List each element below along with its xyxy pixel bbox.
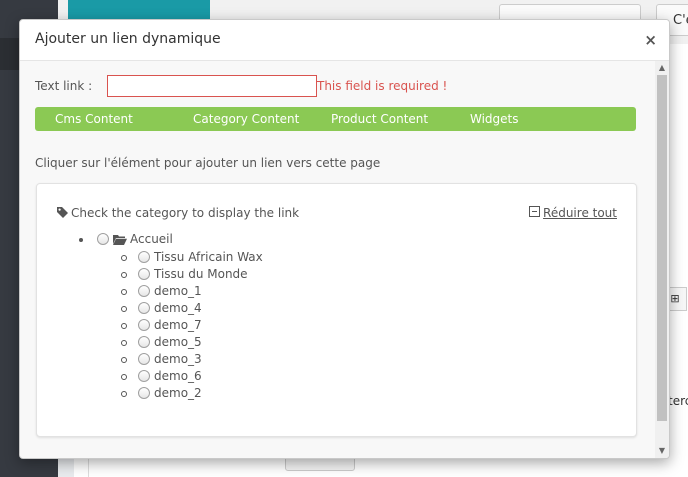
list-bullet — [121, 391, 127, 397]
collapse-icon — [529, 206, 541, 217]
tab-widgets[interactable]: Widgets — [470, 112, 519, 126]
background-editor-text: terc — [668, 394, 688, 408]
tree-root-row: Accueil — [97, 232, 173, 246]
category-radio[interactable] — [138, 370, 150, 382]
tab-category-content[interactable]: Category Content — [193, 112, 299, 126]
category-radio[interactable] — [138, 285, 150, 297]
tab-product-content[interactable]: Product Content — [331, 112, 428, 126]
text-link-label: Text link : — [35, 79, 93, 93]
collapse-all-link[interactable]: Réduire tout — [529, 206, 617, 220]
collapse-all-label: Réduire tout — [543, 206, 617, 220]
category-label: demo_2 — [154, 386, 202, 400]
category-radio[interactable] — [138, 251, 150, 263]
category-radio[interactable] — [138, 302, 150, 314]
list-bullet — [121, 340, 127, 346]
tag-icon — [57, 207, 68, 218]
list-bullet — [121, 357, 127, 363]
text-link-input[interactable] — [107, 75, 317, 97]
category-label: demo_7 — [154, 318, 202, 332]
modal-title: Ajouter un lien dynamique — [35, 31, 221, 47]
list-bullet — [121, 306, 127, 312]
list-bullet — [121, 272, 127, 278]
category-radio[interactable] — [138, 353, 150, 365]
list-bullet — [79, 238, 83, 242]
modal-body: Text link : This field is required ! Cms… — [20, 61, 655, 458]
category-label: Tissu du Monde — [154, 267, 248, 281]
scrollbar-thumb[interactable] — [657, 75, 667, 421]
list-bullet — [121, 323, 127, 329]
category-radio[interactable] — [138, 336, 150, 348]
category-tree-panel: Check the category to display the link R… — [36, 183, 637, 437]
category-radio[interactable] — [138, 268, 150, 280]
category-label: demo_1 — [154, 284, 202, 298]
category-radio-accueil[interactable] — [97, 233, 109, 245]
text-link-error: This field is required ! — [317, 79, 448, 93]
scroll-up-icon[interactable]: ▲ — [655, 61, 669, 75]
tree-header: Check the category to display the link — [57, 206, 299, 220]
scroll-down-icon[interactable]: ▼ — [655, 444, 669, 458]
category-label-accueil: Accueil — [130, 232, 173, 246]
dynamic-link-modal: Ajouter un lien dynamique × Text link : … — [19, 19, 670, 459]
folder-open-icon — [113, 235, 127, 245]
tree-header-label: Check the category to display the link — [71, 206, 300, 220]
category-label: demo_5 — [154, 335, 202, 349]
category-radio[interactable] — [138, 319, 150, 331]
category-label: Tissu Africain Wax — [154, 250, 263, 264]
modal-scrollbar[interactable]: ▲ ▼ — [655, 61, 669, 458]
tab-cms-content[interactable]: Cms Content — [55, 112, 133, 126]
instruction-text: Cliquer sur l'élément pour ajouter un li… — [35, 156, 381, 170]
modal-header: Ajouter un lien dynamique × — [20, 20, 669, 61]
category-radio[interactable] — [138, 387, 150, 399]
list-bullet — [121, 255, 127, 261]
content-tabs: Cms Content Category Content Product Con… — [35, 107, 636, 131]
category-label: demo_4 — [154, 301, 202, 315]
category-label: demo_3 — [154, 352, 202, 366]
close-icon[interactable]: × — [644, 31, 657, 49]
category-label: demo_6 — [154, 369, 202, 383]
list-bullet — [121, 289, 127, 295]
list-bullet — [121, 374, 127, 380]
